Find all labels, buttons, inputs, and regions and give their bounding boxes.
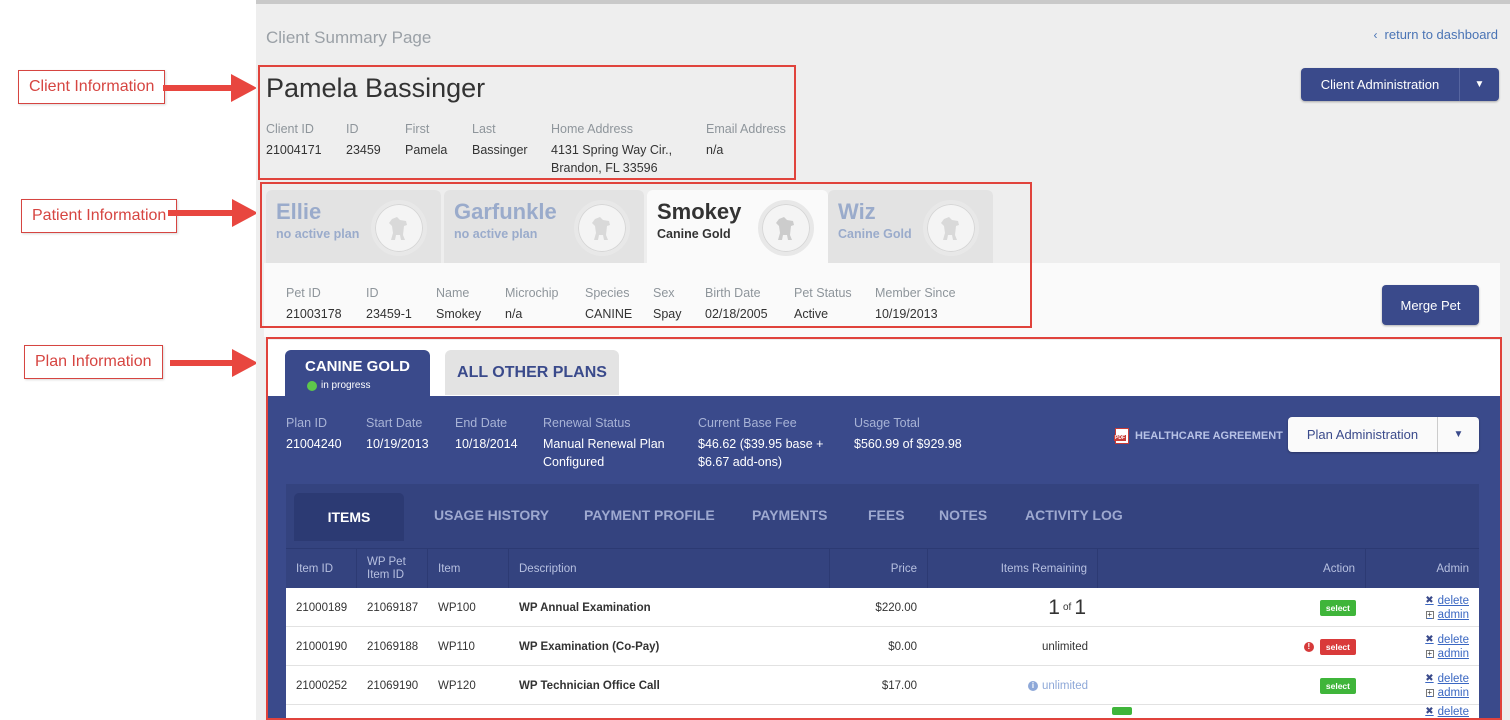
- caret-down-icon[interactable]: ▼: [1437, 417, 1479, 452]
- expand-box-icon: +: [1425, 609, 1434, 619]
- th-action[interactable]: Action: [1098, 549, 1366, 589]
- page-title: Client Summary Page: [266, 28, 432, 47]
- select-button[interactable]: select: [1319, 599, 1356, 616]
- client-last-field: Last Bassinger: [472, 122, 528, 157]
- plan-body: Plan ID 21004240 Start Date 10/19/2013 E…: [266, 396, 1500, 720]
- select-button[interactable]: [1112, 707, 1132, 715]
- warning-icon[interactable]: !: [1303, 641, 1314, 652]
- pet-tab-smokey[interactable]: Smokey Canine Gold: [647, 190, 828, 268]
- th-items-remaining[interactable]: Items Remaining: [928, 549, 1098, 589]
- delete-link[interactable]: ✖ delete: [1425, 672, 1469, 686]
- client-summary-app: Client Summary Page ‹ return to dashboard…: [256, 0, 1510, 720]
- pet-tab-wiz[interactable]: Wiz Canine Gold: [828, 190, 993, 266]
- items-table-body: 21000189 21069187 WP100 WP Annual Examin…: [286, 588, 1479, 720]
- th-item[interactable]: Item: [428, 549, 509, 589]
- callout-plan-information: Plan Information: [24, 345, 163, 379]
- tab-activity-log[interactable]: ACTIVITY LOG: [1025, 507, 1123, 523]
- caret-down-icon[interactable]: ▼: [1459, 68, 1499, 101]
- pet-name-field: Name Smokey: [436, 286, 482, 321]
- delete-link[interactable]: ✖ delete: [1425, 705, 1469, 719]
- pet-sex-field: Sex Spay: [653, 286, 682, 321]
- th-item-id[interactable]: Item ID: [286, 549, 357, 589]
- dog-silhouette-icon: [758, 200, 814, 256]
- pet-tab-ellie[interactable]: Ellie no active plan: [266, 190, 441, 266]
- plan-sub-nav: ITEMS USAGE HISTORY PAYMENT PROFILE PAYM…: [286, 484, 1479, 548]
- tab-payments[interactable]: PAYMENTS: [752, 507, 827, 523]
- select-button[interactable]: select: [1319, 677, 1356, 694]
- th-wp-pet-item-id[interactable]: WP Pet Item ID: [357, 549, 428, 589]
- pet-birthdate-field: Birth Date 02/18/2005: [705, 286, 768, 321]
- admin-link[interactable]: + admin: [1425, 608, 1469, 622]
- dog-silhouette-icon: [923, 200, 979, 256]
- merge-pet-button[interactable]: Merge Pet: [1382, 285, 1479, 325]
- dog-silhouette-icon: [371, 200, 427, 256]
- pet-microchip-field: Microchip n/a: [505, 286, 559, 321]
- pet-id-field: Pet ID 21003178: [286, 286, 342, 321]
- table-row: 21000189 21069187 WP100 WP Annual Examin…: [286, 588, 1479, 627]
- table-row-partial: ✖ delete: [286, 705, 1479, 720]
- client-administration-label: Client Administration: [1320, 77, 1440, 92]
- admin-link[interactable]: + admin: [1425, 686, 1469, 700]
- plan-id-field: Plan ID 21004240: [286, 416, 342, 451]
- client-address-field: Home Address 4131 Spring Way Cir., Brand…: [551, 122, 673, 175]
- delete-x-icon: ✖: [1425, 706, 1434, 717]
- annotation-column: Client Information Patient Information P…: [0, 0, 258, 720]
- dog-silhouette-icon: [574, 200, 630, 256]
- client-first-field: First Pamela: [405, 122, 448, 157]
- plan-tab-canine-gold[interactable]: CANINE GOLD in progress: [285, 350, 430, 396]
- plan-status: in progress: [307, 380, 370, 391]
- tab-items[interactable]: ITEMS: [294, 493, 404, 541]
- select-button[interactable]: select: [1319, 638, 1356, 655]
- client-administration-button[interactable]: Client Administration ▼: [1301, 68, 1499, 101]
- plan-start-date-field: Start Date 10/19/2013: [366, 416, 429, 451]
- healthcare-agreement-link[interactable]: PDF HEALTHCARE AGREEMENT: [1114, 428, 1283, 444]
- callout-patient-information: Patient Information: [21, 199, 178, 233]
- delete-x-icon: ✖: [1425, 633, 1434, 645]
- return-link-label: return to dashboard: [1384, 27, 1498, 42]
- table-row: 21000252 21069190 WP120 WP Technician Of…: [286, 666, 1479, 705]
- pet-status-field: Pet Status Active: [794, 286, 852, 321]
- plan-usage-total-field: Usage Total $560.99 of $929.98: [854, 416, 962, 451]
- th-admin[interactable]: Admin: [1366, 549, 1479, 589]
- plan-end-date-field: End Date 10/18/2014: [455, 416, 518, 451]
- pet-member-since-field: Member Since 10/19/2013: [875, 286, 956, 321]
- admin-link[interactable]: + admin: [1425, 647, 1469, 661]
- client-email-field: Email Address n/a: [706, 122, 786, 157]
- tab-usage-history[interactable]: USAGE HISTORY: [434, 507, 549, 523]
- plan-base-fee-field: Current Base Fee $46.62 ($39.95 base + $…: [698, 416, 824, 469]
- client-id2-field: ID 23459: [346, 122, 381, 157]
- delete-link[interactable]: ✖ delete: [1425, 633, 1469, 647]
- tab-payment-profile[interactable]: PAYMENT PROFILE: [584, 507, 715, 523]
- delete-link[interactable]: ✖ delete: [1425, 594, 1469, 608]
- client-id-field: Client ID 21004171: [266, 122, 322, 157]
- delete-x-icon: ✖: [1425, 672, 1434, 684]
- plan-renewal-status-field: Renewal Status Manual Renewal Plan Confi…: [543, 416, 665, 469]
- items-remaining-count: 1 of 1: [1048, 595, 1086, 619]
- pet-tab-garfunkle[interactable]: Garfunkle no active plan: [444, 190, 644, 266]
- pet-id2-field: ID 23459-1: [366, 286, 412, 321]
- tab-notes[interactable]: NOTES: [939, 507, 987, 523]
- plan-tab-all-other-plans[interactable]: ALL OTHER PLANS: [445, 350, 619, 395]
- top-bar: [256, 0, 1510, 4]
- return-to-dashboard-link[interactable]: ‹ return to dashboard: [1374, 27, 1498, 42]
- info-icon[interactable]: i: [1027, 680, 1038, 691]
- tab-fees[interactable]: FEES: [868, 507, 905, 523]
- th-price[interactable]: Price: [830, 549, 928, 589]
- expand-box-icon: +: [1425, 648, 1434, 658]
- client-name: Pamela Bassinger: [266, 73, 486, 103]
- status-dot-icon: [307, 380, 317, 391]
- pdf-icon: PDF: [1114, 428, 1129, 444]
- th-description[interactable]: Description: [509, 549, 830, 589]
- table-row: 21000190 21069188 WP110 WP Examination (…: [286, 627, 1479, 666]
- delete-x-icon: ✖: [1425, 594, 1434, 606]
- plan-area: CANINE GOLD in progress ALL OTHER PLANS …: [266, 340, 1500, 720]
- pet-species-field: Species CANINE: [585, 286, 633, 321]
- items-table-header: Item ID WP Pet Item ID Item Description …: [286, 548, 1479, 589]
- chevron-left-icon: ‹: [1373, 28, 1378, 42]
- expand-box-icon: +: [1425, 687, 1434, 697]
- callout-client-information: Client Information: [18, 70, 166, 104]
- plan-administration-button[interactable]: Plan Administration ▼: [1288, 417, 1479, 452]
